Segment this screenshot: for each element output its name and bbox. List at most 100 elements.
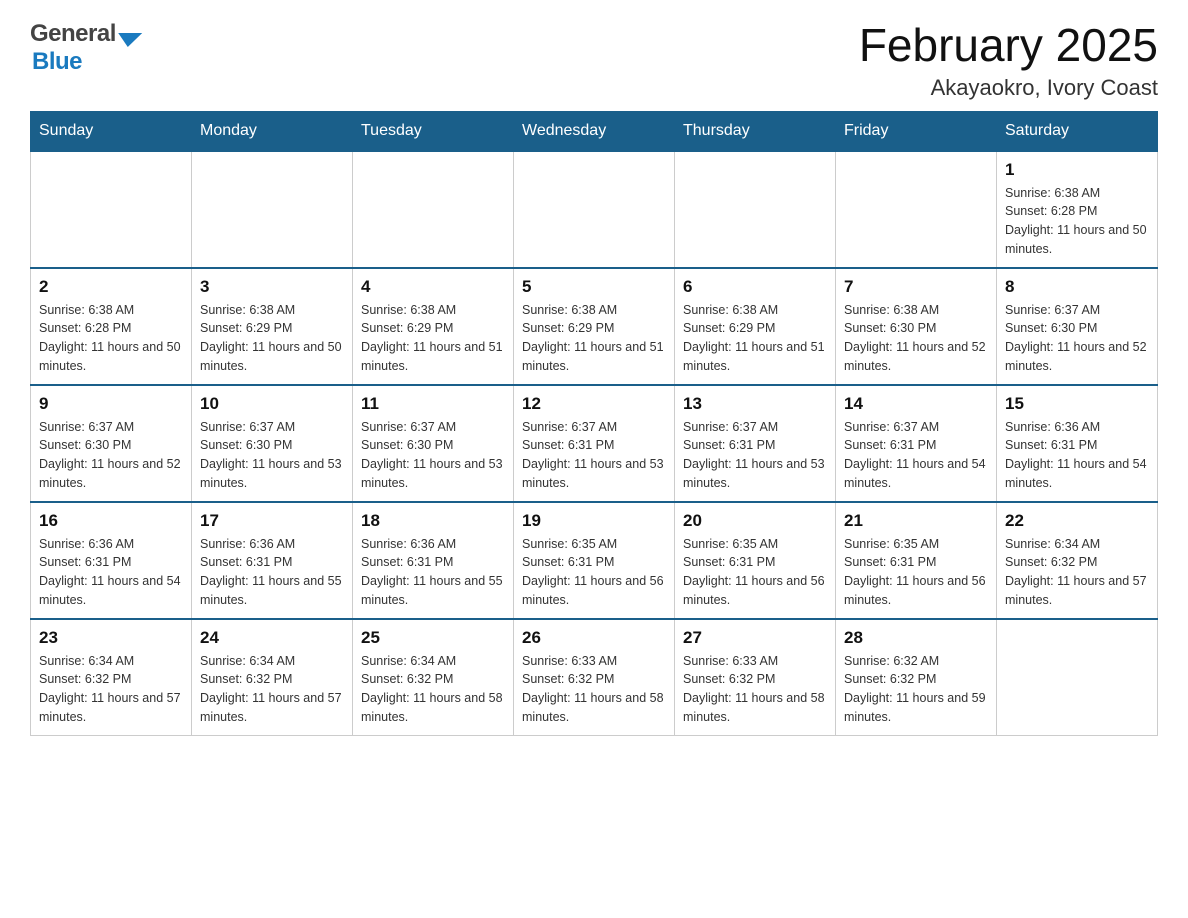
day-info: Sunrise: 6:37 AMSunset: 6:30 PMDaylight:… (361, 418, 505, 493)
calendar-cell: 6 Sunrise: 6:38 AMSunset: 6:29 PMDaylight… (675, 268, 836, 385)
calendar-cell: 23Sunrise: 6:34 AMSunset: 6:32 PMDayligh… (31, 619, 192, 736)
day-number: 17 (200, 511, 344, 531)
calendar-cell: 20Sunrise: 6:35 AMSunset: 6:31 PMDayligh… (675, 502, 836, 619)
day-number: 23 (39, 628, 183, 648)
logo-general-text: General (30, 20, 116, 48)
day-number: 13 (683, 394, 827, 414)
header-tuesday: Tuesday (353, 111, 514, 151)
calendar-cell (353, 151, 514, 268)
day-info: Sunrise: 6:38 AMSunset: 6:29 PMDaylight:… (683, 301, 827, 376)
calendar-cell: 22 Sunrise: 6:34 AMSunset: 6:32 PMDayligh… (997, 502, 1158, 619)
day-number: 22 (1005, 511, 1149, 531)
calendar-cell: 14 Sunrise: 6:37 AMSunset: 6:31 PMDayligh… (836, 385, 997, 502)
calendar-cell (997, 619, 1158, 736)
calendar-week-row: 9 Sunrise: 6:37 AMSunset: 6:30 PMDaylight… (31, 385, 1158, 502)
calendar-cell: 13 Sunrise: 6:37 AMSunset: 6:31 PMDayligh… (675, 385, 836, 502)
day-number: 2 (39, 277, 183, 297)
calendar-cell: 28 Sunrise: 6:32 AMSunset: 6:32 PMDayligh… (836, 619, 997, 736)
calendar-cell: 27Sunrise: 6:33 AMSunset: 6:32 PMDayligh… (675, 619, 836, 736)
logo: General Blue (30, 20, 141, 76)
day-number: 25 (361, 628, 505, 648)
day-number: 10 (200, 394, 344, 414)
calendar-cell: 18Sunrise: 6:36 AMSunset: 6:31 PMDayligh… (353, 502, 514, 619)
day-info: Sunrise: 6:38 AMSunset: 6:29 PMDaylight:… (200, 301, 344, 376)
calendar-cell: 5 Sunrise: 6:38 AMSunset: 6:29 PMDaylight… (514, 268, 675, 385)
header-friday: Friday (836, 111, 997, 151)
calendar-cell: 17 Sunrise: 6:36 AMSunset: 6:31 PMDayligh… (192, 502, 353, 619)
calendar-table: Sunday Monday Tuesday Wednesday Thursday… (30, 111, 1158, 736)
day-number: 14 (844, 394, 988, 414)
day-number: 16 (39, 511, 183, 531)
calendar-week-row: 1 Sunrise: 6:38 AMSunset: 6:28 PMDaylight… (31, 151, 1158, 268)
day-number: 1 (1005, 160, 1149, 180)
day-info: Sunrise: 6:38 AMSunset: 6:29 PMDaylight:… (522, 301, 666, 376)
day-number: 5 (522, 277, 666, 297)
weekday-header-row: Sunday Monday Tuesday Wednesday Thursday… (31, 111, 1158, 151)
day-number: 3 (200, 277, 344, 297)
day-info: Sunrise: 6:32 AMSunset: 6:32 PMDaylight:… (844, 652, 988, 727)
day-info: Sunrise: 6:36 AMSunset: 6:31 PMDaylight:… (1005, 418, 1149, 493)
day-number: 24 (200, 628, 344, 648)
day-number: 28 (844, 628, 988, 648)
day-number: 18 (361, 511, 505, 531)
day-info: Sunrise: 6:34 AMSunset: 6:32 PMDaylight:… (361, 652, 505, 727)
calendar-cell: 24 Sunrise: 6:34 AMSunset: 6:32 PMDayligh… (192, 619, 353, 736)
header-thursday: Thursday (675, 111, 836, 151)
calendar-cell: 7Sunrise: 6:38 AMSunset: 6:30 PMDaylight… (836, 268, 997, 385)
day-number: 6 (683, 277, 827, 297)
day-info: Sunrise: 6:34 AMSunset: 6:32 PMDaylight:… (1005, 535, 1149, 610)
header-wednesday: Wednesday (514, 111, 675, 151)
day-info: Sunrise: 6:38 AMSunset: 6:28 PMDaylight:… (1005, 184, 1149, 259)
day-number: 26 (522, 628, 666, 648)
calendar-cell: 10 Sunrise: 6:37 AMSunset: 6:30 PMDayligh… (192, 385, 353, 502)
day-number: 21 (844, 511, 988, 531)
day-number: 9 (39, 394, 183, 414)
calendar-cell (31, 151, 192, 268)
day-info: Sunrise: 6:35 AMSunset: 6:31 PMDaylight:… (522, 535, 666, 610)
calendar-header: Sunday Monday Tuesday Wednesday Thursday… (31, 111, 1158, 151)
calendar-week-row: 23 Sunrise: 6:34 AMSunset: 6:32 PMDayligh… (31, 619, 1158, 736)
calendar-cell: 11 Sunrise: 6:37 AMSunset: 6:30 PMDayligh… (353, 385, 514, 502)
calendar-cell: 8 Sunrise: 6:37 AMSunset: 6:30 PMDaylight… (997, 268, 1158, 385)
day-info: Sunrise: 6:34 AMSunset: 6:32 PMDaylight:… (200, 652, 344, 727)
calendar-cell (514, 151, 675, 268)
calendar-cell: 1 Sunrise: 6:38 AMSunset: 6:28 PMDaylight… (997, 151, 1158, 268)
day-info: Sunrise: 6:37 AMSunset: 6:31 PMDaylight:… (844, 418, 988, 493)
day-info: Sunrise: 6:37 AMSunset: 6:31 PMDaylight:… (522, 418, 666, 493)
day-info: Sunrise: 6:38 AMSunset: 6:29 PMDaylight:… (361, 301, 505, 376)
calendar-cell: 19 Sunrise: 6:35 AMSunset: 6:31 PMDayligh… (514, 502, 675, 619)
calendar-cell: 26 Sunrise: 6:33 AMSunset: 6:32 PMDayligh… (514, 619, 675, 736)
calendar-title: February 2025 (859, 20, 1158, 71)
day-number: 19 (522, 511, 666, 531)
day-info: Sunrise: 6:36 AMSunset: 6:31 PMDaylight:… (200, 535, 344, 610)
calendar-body: 1 Sunrise: 6:38 AMSunset: 6:28 PMDaylight… (31, 151, 1158, 736)
page-header: General Blue February 2025 Akayaokro, Iv… (30, 20, 1158, 101)
logo-blue-text: Blue (32, 48, 82, 76)
day-number: 12 (522, 394, 666, 414)
calendar-subtitle: Akayaokro, Ivory Coast (859, 75, 1158, 101)
calendar-cell: 25 Sunrise: 6:34 AMSunset: 6:32 PMDayligh… (353, 619, 514, 736)
header-sunday: Sunday (31, 111, 192, 151)
day-number: 7 (844, 277, 988, 297)
day-info: Sunrise: 6:33 AMSunset: 6:32 PMDaylight:… (683, 652, 827, 727)
calendar-cell: 15 Sunrise: 6:36 AMSunset: 6:31 PMDayligh… (997, 385, 1158, 502)
day-info: Sunrise: 6:38 AMSunset: 6:28 PMDaylight:… (39, 301, 183, 376)
day-number: 15 (1005, 394, 1149, 414)
day-info: Sunrise: 6:35 AMSunset: 6:31 PMDaylight:… (683, 535, 827, 610)
title-block: February 2025 Akayaokro, Ivory Coast (859, 20, 1158, 101)
calendar-cell: 9Sunrise: 6:37 AMSunset: 6:30 PMDaylight… (31, 385, 192, 502)
calendar-week-row: 16 Sunrise: 6:36 AMSunset: 6:31 PMDayligh… (31, 502, 1158, 619)
day-info: Sunrise: 6:36 AMSunset: 6:31 PMDaylight:… (39, 535, 183, 610)
day-info: Sunrise: 6:33 AMSunset: 6:32 PMDaylight:… (522, 652, 666, 727)
header-monday: Monday (192, 111, 353, 151)
calendar-week-row: 2 Sunrise: 6:38 AMSunset: 6:28 PMDaylight… (31, 268, 1158, 385)
header-saturday: Saturday (997, 111, 1158, 151)
day-number: 11 (361, 394, 505, 414)
day-info: Sunrise: 6:37 AMSunset: 6:30 PMDaylight:… (200, 418, 344, 493)
calendar-cell (675, 151, 836, 268)
day-info: Sunrise: 6:37 AMSunset: 6:30 PMDaylight:… (1005, 301, 1149, 376)
day-number: 8 (1005, 277, 1149, 297)
calendar-cell (192, 151, 353, 268)
calendar-cell: 12 Sunrise: 6:37 AMSunset: 6:31 PMDayligh… (514, 385, 675, 502)
day-info: Sunrise: 6:37 AMSunset: 6:31 PMDaylight:… (683, 418, 827, 493)
